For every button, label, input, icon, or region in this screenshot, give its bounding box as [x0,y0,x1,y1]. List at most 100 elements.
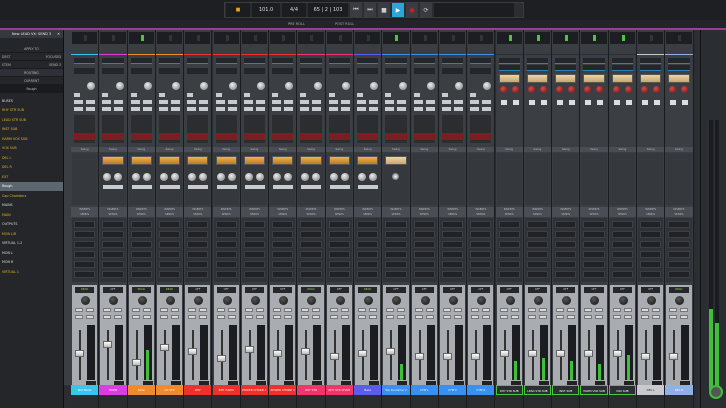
insert-bypass[interactable] [187,133,209,140]
close-icon[interactable]: ✕ [57,32,60,36]
pan-knob[interactable] [222,296,232,305]
comp-threshold-knob[interactable] [329,173,338,181]
option-button-1[interactable] [441,100,451,104]
automation-mode[interactable]: READ [159,287,180,293]
channel-name[interactable]: HARM VOX SUB [580,385,608,395]
option-button-3[interactable] [300,107,310,111]
phase-button[interactable] [413,93,420,97]
send-slot[interactable] [441,261,464,268]
send-slot[interactable] [215,251,237,258]
mute-button[interactable] [527,308,536,312]
option-button-4[interactable] [86,107,95,111]
send-slot[interactable] [272,271,294,278]
option-button-2[interactable] [86,100,95,104]
option-button-4[interactable] [425,107,435,111]
comp-threshold-knob[interactable] [103,173,112,181]
record-arm-button[interactable] [595,315,604,319]
comp-switch[interactable] [301,185,322,189]
comp-switch[interactable] [244,185,265,189]
send-slot[interactable] [611,241,633,248]
solo-button[interactable] [227,308,236,312]
send-slot[interactable] [498,251,520,258]
trim-knob[interactable] [483,82,492,90]
destination-item[interactable]: Cap Chambers [0,191,63,201]
stem-value[interactable]: SEND 3 [49,63,61,67]
trim-knob[interactable] [313,82,322,90]
fader-handle[interactable] [244,345,254,353]
input-select[interactable] [130,68,152,74]
send-slot[interactable] [272,231,294,238]
time-signature[interactable]: 4/4 [282,3,306,17]
monitor-button[interactable] [188,315,197,319]
destination-item[interactable]: EXT [0,172,63,182]
trim-knob[interactable] [285,82,294,90]
destination-item[interactable]: LEAD STR SUB [0,115,63,125]
destination-item[interactable]: MON L [0,248,63,258]
comp-ratio-knob[interactable] [340,173,349,181]
send-slot[interactable] [300,241,322,248]
channel-name[interactable]: RHY [184,385,212,395]
send-slot[interactable] [413,251,435,258]
send-slot[interactable] [385,241,407,248]
send-slot[interactable] [300,261,322,268]
send-slot[interactable] [668,241,690,248]
channel-name[interactable]: Bass [354,385,382,395]
send-slot[interactable] [470,231,492,238]
option-button-2[interactable] [227,100,237,104]
pan-knob[interactable] [675,296,685,305]
destination-item[interactable]: HARM VOX SUB [0,134,63,144]
mute-button[interactable] [103,308,112,312]
send-slot[interactable] [611,251,633,258]
comp-switch[interactable] [188,185,209,189]
send-slot[interactable] [215,261,237,268]
send-slot[interactable] [243,221,266,228]
send-slot[interactable] [413,241,435,248]
input-knob[interactable] [669,86,677,93]
option-button-2[interactable] [284,100,294,104]
send-slot[interactable] [187,261,209,268]
preset-name[interactable] [611,65,633,71]
send-slot[interactable] [130,231,152,238]
pan-knob[interactable] [562,296,572,305]
automation-mode[interactable]: READ [131,287,151,293]
send-destination[interactable] [158,58,181,64]
comp-threshold-knob[interactable] [188,173,197,181]
comp-switch[interactable] [216,185,237,189]
destination-item[interactable]: VIRTUAL 1 [0,267,63,277]
mute-button[interactable] [612,308,621,312]
send-destination[interactable] [187,58,209,64]
pan-knob[interactable] [505,296,515,305]
preset-button[interactable] [498,58,520,64]
insert-bypass[interactable] [243,133,266,140]
trim-knob[interactable] [426,82,435,90]
send-slot[interactable] [668,271,690,278]
channel-name[interactable]: RHY STR CHAIR [325,385,353,395]
option-button-3[interactable] [328,107,338,111]
automation-mode[interactable]: OFF [499,287,519,293]
mode-switch[interactable] [585,100,592,105]
send-slot[interactable] [328,221,350,228]
send-slot[interactable] [187,221,209,228]
option-button-4[interactable] [199,107,209,111]
record-arm-button[interactable] [397,315,406,319]
trim-knob[interactable] [624,86,632,93]
trim-knob[interactable] [143,82,152,90]
send-slot[interactable] [102,271,124,278]
fader-handle[interactable] [386,348,396,355]
mute-button[interactable] [414,308,423,312]
fader-handle[interactable] [358,350,367,358]
tempo-display[interactable]: 101.0 [252,3,280,17]
option-button-1[interactable] [272,100,282,104]
preset-button[interactable] [640,58,662,64]
send-slot[interactable] [498,231,520,238]
mute-button[interactable] [556,308,565,312]
send-slot[interactable] [158,241,181,248]
option-button-2[interactable] [199,100,209,104]
option-button-3[interactable] [413,107,423,111]
pan-knob[interactable] [81,296,90,305]
record-arm-button[interactable] [340,315,349,319]
send-slot[interactable] [498,221,520,228]
monitor-button[interactable] [641,315,649,319]
mode-switch[interactable] [613,100,620,105]
destination-item[interactable]: MAINS [0,201,63,211]
